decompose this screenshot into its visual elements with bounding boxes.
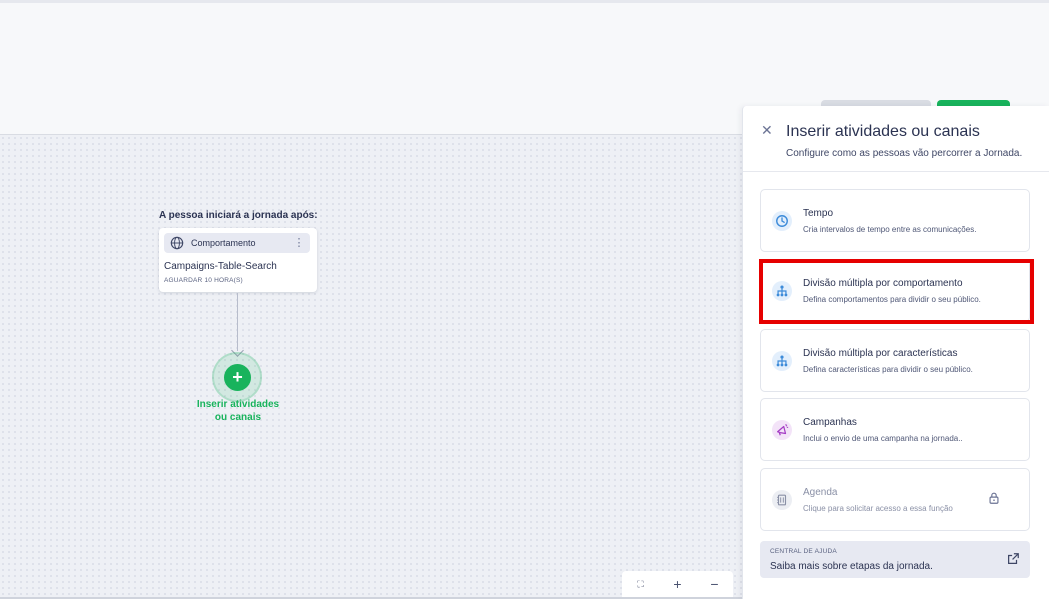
insert-activity-button[interactable]: + — [224, 364, 251, 391]
close-icon[interactable]: ✕ — [761, 122, 773, 139]
insert-label-line1: Inserir atividades — [196, 399, 280, 410]
option-title: Divisão múltipla por comportamento — [803, 278, 963, 289]
node-name: Campaigns-Table-Search — [164, 261, 277, 272]
option-desc: Defina comportamentos para dividir o seu… — [803, 295, 981, 304]
panel-header: ✕ Inserir atividades ou canais Configure… — [743, 106, 1049, 172]
split-icon — [772, 351, 792, 371]
insert-label-line2: ou canais — [214, 412, 262, 423]
globe-icon — [170, 236, 184, 250]
help-center-banner[interactable]: CENTRAL DE AJUDA Saiba mais sobre etapas… — [760, 541, 1030, 578]
option-desc: Cria intervalos de tempo entre as comuni… — [803, 225, 977, 234]
more-options-icon[interactable]: ⋮ — [292, 238, 306, 249]
journey-start-title: A pessoa iniciará a jornada após: — [159, 210, 318, 221]
help-link[interactable]: Saiba mais sobre etapas da jornada. — [770, 561, 933, 572]
fit-screen-icon[interactable]: ⛶ — [626, 579, 656, 590]
option-desc: Inclui o envio de uma campanha na jornad… — [803, 434, 963, 443]
option-desc: Clique para solicitar acesso a essa funç… — [803, 504, 953, 513]
journey-node-card[interactable]: Comportamento ⋮ Campaigns-Table-Search A… — [159, 228, 317, 292]
zoom-in-button[interactable]: + — [663, 576, 693, 592]
option-campanhas[interactable]: Campanhas Inclui o envio de uma campanha… — [760, 398, 1030, 461]
split-icon — [772, 281, 792, 301]
node-wait-label: AGUARDAR 10 HORA(S) — [164, 277, 243, 284]
option-agenda[interactable]: Agenda Clique para solicitar acesso a es… — [760, 468, 1030, 531]
lock-icon — [989, 492, 999, 504]
option-desc: Defina características para dividir o se… — [803, 365, 973, 374]
insert-activity-label[interactable]: Inserir atividades ou canais — [187, 398, 289, 424]
option-divisao-comportamento[interactable]: Divisão múltipla por comportamento Defin… — [760, 259, 1030, 322]
option-title: Tempo — [803, 208, 834, 219]
connector-line — [237, 293, 238, 351]
insert-activities-panel: ✕ Inserir atividades ou canais Configure… — [742, 106, 1049, 599]
zoom-controls: ⛶ + − — [622, 571, 733, 597]
external-link-icon[interactable] — [1006, 552, 1020, 566]
megaphone-icon — [772, 420, 792, 440]
option-title: Campanhas — [803, 417, 857, 428]
panel-title: Inserir atividades ou canais — [786, 123, 980, 140]
zoom-out-button[interactable]: − — [700, 576, 730, 592]
calendar-icon — [772, 490, 792, 510]
option-divisao-caracteristicas[interactable]: Divisão múltipla por características Def… — [760, 329, 1030, 392]
clock-icon — [772, 211, 792, 231]
help-tag: CENTRAL DE AJUDA — [770, 548, 837, 555]
option-tempo[interactable]: Tempo Cria intervalos de tempo entre as … — [760, 189, 1030, 252]
option-title: Agenda — [803, 487, 838, 498]
node-header: Comportamento ⋮ — [164, 233, 310, 253]
option-title: Divisão múltipla por características — [803, 348, 958, 359]
panel-subtitle: Configure como as pessoas vão percorrer … — [786, 148, 1023, 159]
node-type-label: Comportamento — [191, 238, 256, 248]
